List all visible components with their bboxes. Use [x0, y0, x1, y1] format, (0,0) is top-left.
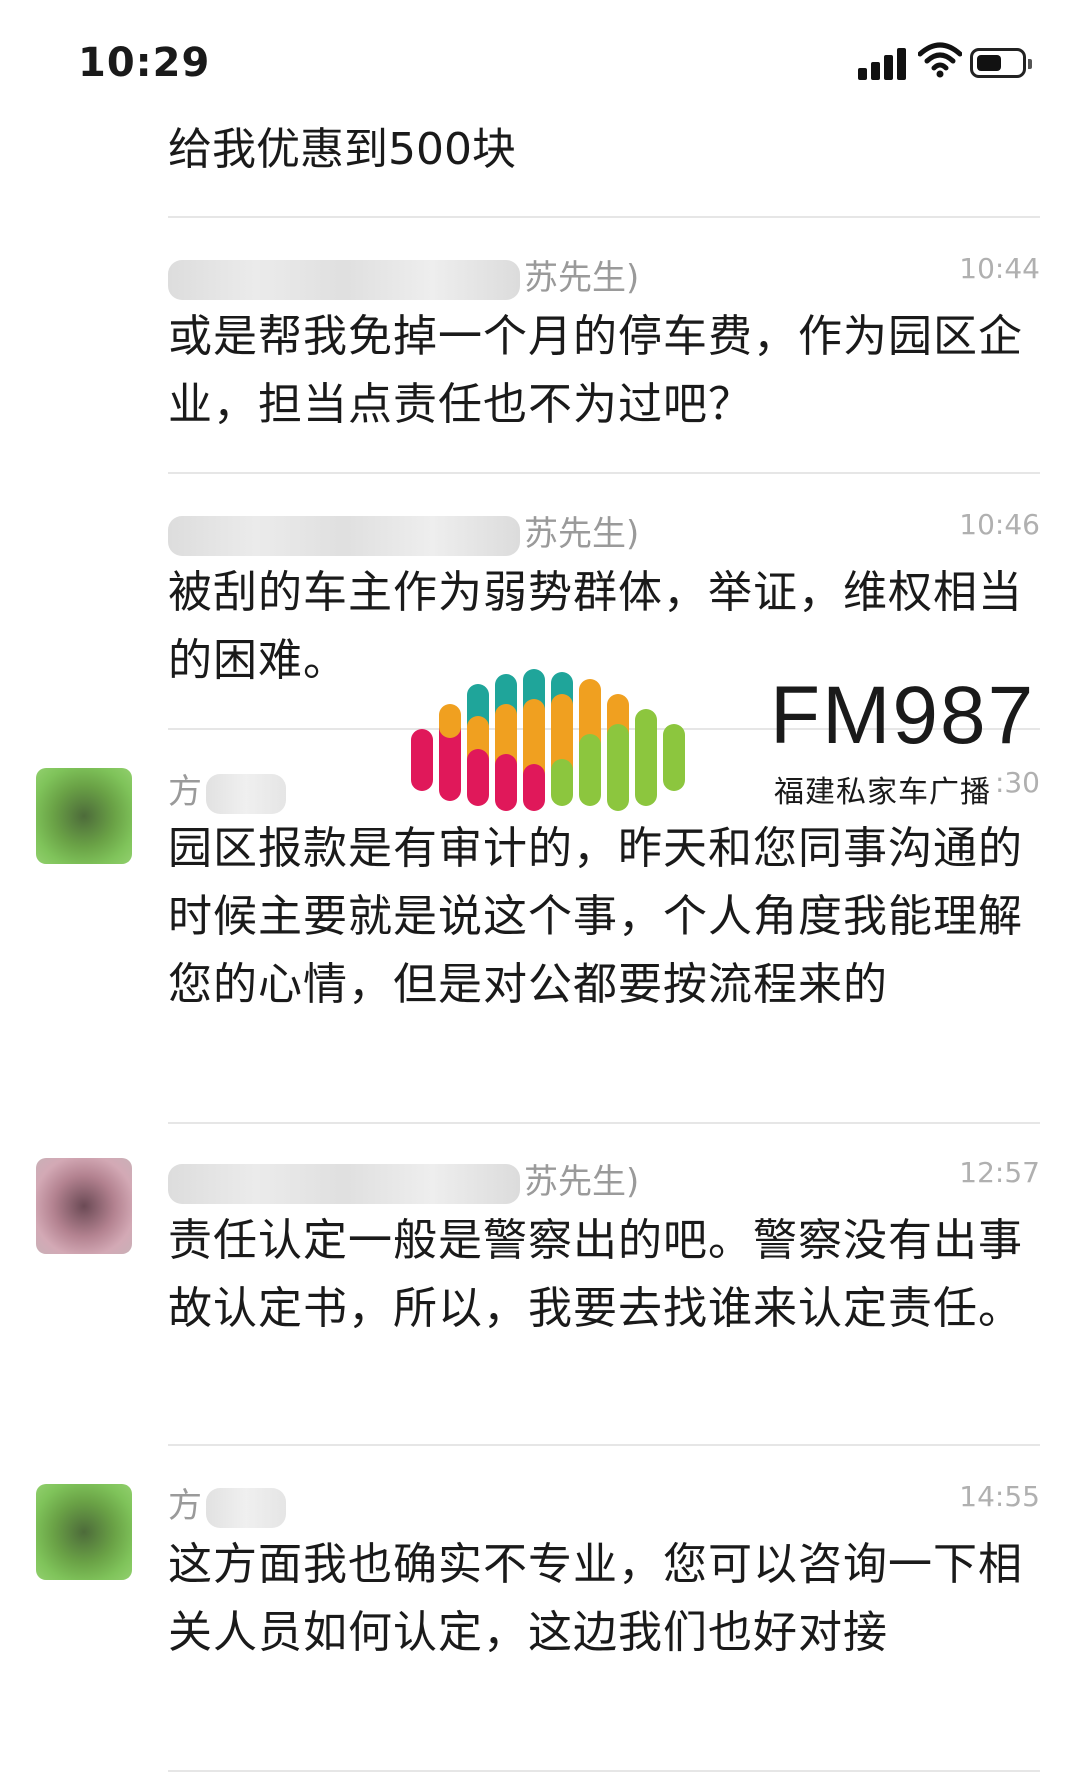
sender-name: 方: [168, 1478, 286, 1528]
blurred-name: [206, 773, 286, 814]
divider: [168, 1122, 1040, 1124]
signal-icon: [858, 46, 908, 80]
wifi-icon: [918, 42, 962, 78]
logo-title: FM987: [770, 670, 1036, 761]
message-time: 14:55: [959, 1480, 1040, 1513]
sender-name: 方: [168, 764, 286, 814]
blurred-name: [168, 1163, 520, 1204]
message-text: 或是帮我免掉一个月的停车费，作为园区企业，担当点责任也不为过吧？: [168, 311, 1023, 430]
logo-subtitle: 福建私家车广播: [774, 775, 991, 810]
blurred-name: [206, 1487, 286, 1528]
avatar[interactable]: [36, 1158, 132, 1254]
message-text: 园区报款是有审计的，昨天和您同事沟通的时候主要就是说这个事，个人角度我能理解您的…: [168, 823, 1023, 1010]
message-time: 10:46: [959, 508, 1040, 541]
status-time: 10:29: [78, 40, 211, 86]
battery-icon: [970, 48, 1032, 78]
sender-name: 苏先生): [168, 506, 639, 556]
message-text: 责任认定一般是警察出的吧。警察没有出事故认定书，所以，我要去找谁来认定责任。: [168, 1215, 1023, 1334]
divider: [168, 1770, 1040, 1772]
divider: [168, 216, 1040, 218]
fm987-logo: FM987 福建私家车广播: [410, 665, 1033, 815]
status-bar: 10:29: [0, 0, 1080, 110]
message-text: 这方面我也确实不专业，您可以咨询一下相关人员如何认定，这边我们也好对接: [168, 1539, 1023, 1658]
blurred-name: [168, 515, 520, 556]
blurred-name: [168, 259, 520, 300]
divider: [168, 1444, 1040, 1446]
sound-wave-icon: [411, 669, 685, 811]
avatar[interactable]: [36, 768, 132, 864]
divider: [168, 472, 1040, 474]
message-time: 12:57: [959, 1156, 1040, 1189]
message-text: 给我优惠到500块: [168, 124, 516, 175]
avatar[interactable]: [36, 1484, 132, 1580]
sender-name: 苏先生): [168, 1154, 639, 1204]
message-time: 10:44: [959, 252, 1040, 285]
sender-name: 苏先生): [168, 250, 639, 300]
